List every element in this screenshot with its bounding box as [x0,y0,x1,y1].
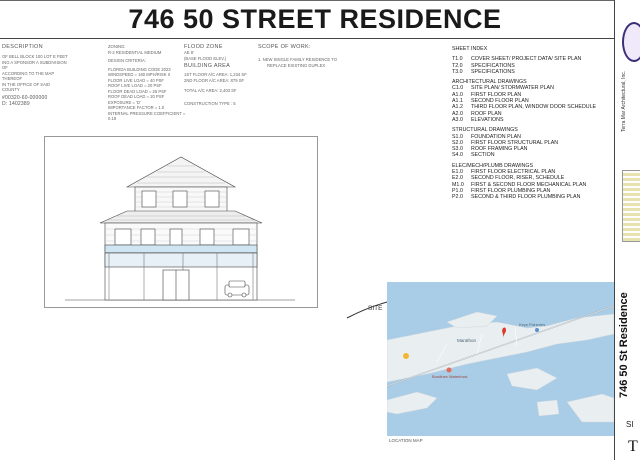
construction-type: CONSTRUCTION TYPE : 5 [184,100,236,106]
sheet-title-entry: ELEVATIONS [471,116,504,123]
sheet-code: T3.0 [452,68,463,75]
map-label-keys-fisheries: Keys Fisheries [519,322,545,327]
map-label-burdines: Burdines Waterfront [432,374,468,379]
header-divider [0,38,614,39]
flood-zone-block: FLOOD ZONE AE 9' (BASE FLOOD ELEV.) BUIL… [184,44,254,106]
sheet-index-row: P2.0 SECOND & THIRD FLOOR PLUMBING PLAN [452,194,612,200]
scope-heading: SCOPE OF WORK: [258,44,311,50]
firm-logo [622,22,640,62]
map-svg: Marathon Keys Fisheries Burdines Waterfr… [387,305,614,423]
location-map-caption: LOCATION MAP [389,438,423,443]
front-elevation-drawing [44,136,318,308]
engineer-seal [622,170,640,242]
zoning-value: R-2 RESIDENTIAL MEDIUM [108,49,162,55]
sheet-index-body: T1.0 COVER SHEET/ PROJECT DATA/ SITE PLAN… [452,56,612,200]
scope-of-work: SCOPE OF WORK: 1. NEW SINGLE FAMILY RESI… [258,44,368,68]
location-map[interactable]: Marathon Keys Fisheries Burdines Waterfr… [387,282,614,436]
sheet-label: SI [626,420,634,429]
sheet-number: T [628,438,638,455]
sheet-index-row: T3.0 SPECIFICATIONS [452,69,612,75]
sheet-code: A3.0 [452,116,463,123]
sheet-index-row: S4.0 SECTION [452,152,612,158]
sheet-title-entry: SPECIFICATIONS [471,68,515,75]
project-description: DESCRIPTION OF BELL BLOCK 100 LOT E FEET… [2,44,72,107]
project-name-vertical: 746 50 St Residence [618,292,630,398]
design-criteria-list: FLORIDA BUILDING CODE 2023 WINDSPEED = 1… [108,66,186,122]
zoning-block: ZONING: R-2 RESIDENTIAL MEDIUM DESIGN CR… [108,44,186,122]
real-estate-id: D: 1402389 [2,100,30,107]
title-block-divider [614,0,615,460]
sheet-code: P2.0 [452,194,463,201]
total-area: TOTAL A/C AREA: 2,403 SF [184,88,237,93]
building-area-heading: BUILDING AREA [184,63,231,69]
sheet-title-entry: SECOND & THIRD FLOOR PLUMBING PLAN [471,194,581,201]
design-criteria-label: DESIGN CRITERIA: [108,58,146,63]
drawing-sheet: 746 50 STREET RESIDENCE DESCRIPTION OF B… [0,0,640,460]
top-border [0,0,614,1]
sheet-code: S4.0 [452,152,463,159]
sheet-title: 746 50 STREET RESIDENCE [128,4,502,34]
elevation-svg [65,156,295,301]
description-heading: DESCRIPTION [2,44,43,50]
sheet-index-row: A3.0 ELEVATIONS [452,117,612,123]
map-label-marathon: Marathon [457,338,477,343]
sheet-title-entry: SECTION [471,152,495,159]
firm-name: Terra Mar Architectural, Inc. [621,70,627,132]
title-block: Terra Mar Architectural, Inc. 746 50 St … [616,0,640,460]
description-lines: OF BELL BLOCK 100 LOT E FEET ING A SPONS… [2,54,68,92]
sheet-index-heading: SHEET INDEX [452,46,488,52]
sheet-index: SHEET INDEX T1.0 COVER SHEET/ PROJECT DAT… [452,46,612,201]
